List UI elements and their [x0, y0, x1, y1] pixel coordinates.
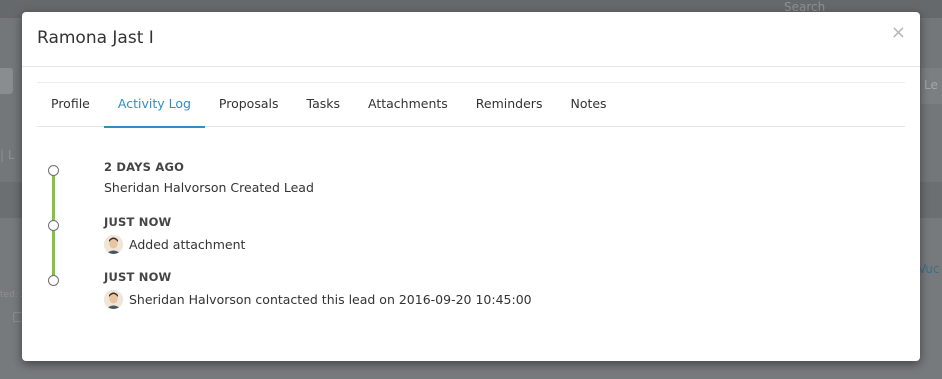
- modal-header: Ramona Jast I ×: [22, 12, 920, 67]
- background-text-left: | L: [0, 148, 15, 162]
- background-link: Vuc: [918, 262, 940, 276]
- tab-proposals[interactable]: Proposals: [205, 83, 293, 127]
- user-avatar-icon: [104, 235, 123, 254]
- activity-time: JUST NOW: [104, 270, 172, 284]
- timeline-dot: [48, 220, 59, 231]
- tab-tasks[interactable]: Tasks: [293, 83, 355, 127]
- user-avatar-icon: [104, 290, 123, 309]
- close-icon[interactable]: ×: [891, 24, 906, 42]
- timeline-dot: [48, 165, 59, 176]
- activity-description: Added attachment: [104, 235, 245, 254]
- tab-attachments[interactable]: Attachments: [354, 83, 462, 127]
- timeline-dot: [48, 275, 59, 286]
- activity-text: Added attachment: [129, 237, 246, 252]
- activity-text: Sheridan Halvorson Created Lead: [104, 180, 314, 195]
- lead-modal: Ramona Jast I × Profile Activity Log Pro…: [22, 12, 920, 361]
- tab-profile[interactable]: Profile: [37, 83, 104, 127]
- activity-text: Sheridan Halvorson contacted this lead o…: [129, 292, 532, 307]
- background-text-right: Le: [924, 78, 938, 92]
- activity-timeline: 2 DAYS AGO Sheridan Halvorson Created Le…: [42, 160, 902, 309]
- activity-description: Sheridan Halvorson contacted this lead o…: [104, 290, 532, 309]
- tab-activity-log[interactable]: Activity Log: [103, 83, 205, 128]
- activity-time: JUST NOW: [104, 215, 172, 229]
- activity-description: Sheridan Halvorson Created Lead: [104, 180, 314, 195]
- background-button: [0, 68, 13, 94]
- tab-bar: Profile Activity Log Proposals Tasks Att…: [37, 83, 905, 128]
- activity-time: 2 DAYS AGO: [104, 160, 185, 174]
- tab-reminders[interactable]: Reminders: [462, 83, 557, 127]
- modal-title: Ramona Jast I: [37, 28, 154, 48]
- tab-notes[interactable]: Notes: [556, 83, 620, 127]
